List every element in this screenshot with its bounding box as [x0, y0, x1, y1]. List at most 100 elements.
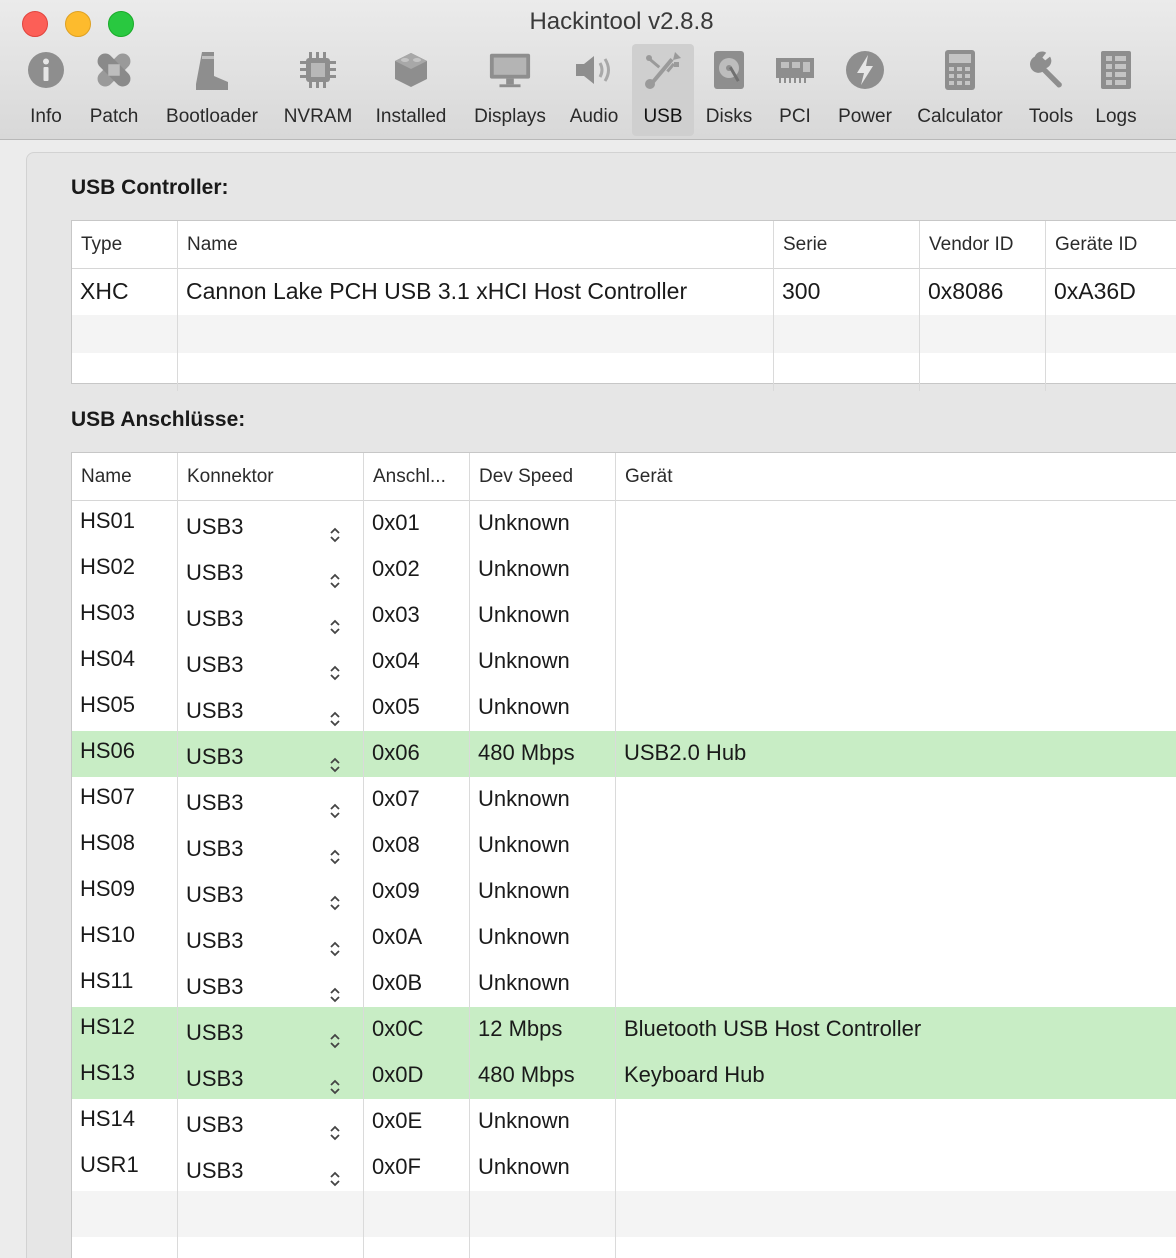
port-device-cell — [616, 639, 1176, 685]
table-row[interactable]: HS10 USB3 0x0A Unknown — [72, 915, 1176, 961]
tab-bootloader[interactable]: Bootloader — [156, 44, 268, 136]
chevron-up-down-icon[interactable] — [328, 1068, 342, 1095]
tab-nvram[interactable]: NVRAM — [278, 44, 358, 136]
tab-displays[interactable]: Displays — [464, 44, 556, 136]
table-row[interactable]: HS06 USB3 0x06 480 Mbps USB2.0 Hub — [72, 731, 1176, 777]
table-row[interactable]: HS09 USB3 0x09 Unknown — [72, 869, 1176, 915]
connector-value: USB3 — [186, 606, 244, 631]
tab-power[interactable]: Power — [830, 44, 900, 136]
empty-cell — [616, 1237, 1176, 1258]
port-address-cell: 0x0B — [364, 961, 470, 1007]
speaker-icon — [572, 48, 616, 92]
chevron-up-down-icon[interactable] — [328, 608, 342, 635]
port-speed-cell: 12 Mbps — [470, 1007, 616, 1053]
chevron-up-down-icon[interactable] — [328, 930, 342, 957]
port-connector-select[interactable]: USB3 — [178, 915, 364, 961]
column-header-device-id[interactable]: Geräte ID — [1046, 221, 1176, 269]
table-row[interactable]: XHC Cannon Lake PCH USB 3.1 xHCI Host Co… — [72, 269, 1176, 315]
tab-usb-label: USB — [643, 106, 683, 127]
column-header-type[interactable]: Type — [72, 221, 178, 269]
chevron-up-down-icon[interactable] — [328, 1022, 342, 1049]
chevron-up-down-icon[interactable] — [328, 1114, 342, 1141]
chevron-up-down-icon[interactable] — [328, 792, 342, 819]
usb-ports-table[interactable]: Name Konnektor Anschl... Dev Speed Gerät… — [71, 452, 1176, 1258]
empty-cell — [1046, 315, 1176, 353]
port-connector-select[interactable]: USB3 — [178, 731, 364, 777]
port-connector-select[interactable]: USB3 — [178, 1099, 364, 1145]
port-address-cell: 0x05 — [364, 685, 470, 731]
tab-patch[interactable]: Patch — [82, 44, 146, 136]
port-device-cell — [616, 547, 1176, 593]
tab-audio[interactable]: Audio — [562, 44, 626, 136]
column-header-vendor-id[interactable]: Vendor ID — [920, 221, 1046, 269]
table-row[interactable]: HS07 USB3 0x07 Unknown — [72, 777, 1176, 823]
empty-cell — [774, 315, 920, 353]
column-header-connector[interactable]: Konnektor — [178, 453, 364, 501]
port-connector-select[interactable]: USB3 — [178, 547, 364, 593]
table-row[interactable]: HS01 USB3 0x01 Unknown — [72, 501, 1176, 547]
chevron-up-down-icon[interactable] — [328, 654, 342, 681]
chevron-up-down-icon[interactable] — [328, 884, 342, 911]
port-connector-select[interactable]: USB3 — [178, 1145, 364, 1191]
port-connector-select[interactable]: USB3 — [178, 501, 364, 547]
column-header-name[interactable]: Name — [178, 221, 774, 269]
column-header-device[interactable]: Gerät — [616, 453, 1176, 501]
calculator-icon — [938, 48, 982, 92]
tab-pci[interactable]: PCI — [770, 44, 820, 136]
tab-info[interactable]: Info — [20, 44, 72, 136]
empty-cell — [1046, 353, 1176, 391]
tab-power-label: Power — [838, 106, 892, 127]
port-connector-select[interactable]: USB3 — [178, 1053, 364, 1099]
tab-logs[interactable]: Logs — [1088, 44, 1144, 136]
chevron-up-down-icon[interactable] — [328, 746, 342, 773]
port-connector-select[interactable]: USB3 — [178, 639, 364, 685]
table-row[interactable]: HS14 USB3 0x0E Unknown — [72, 1099, 1176, 1145]
usb-controller-table[interactable]: Type Name Serie Vendor ID Geräte ID XHC … — [71, 220, 1176, 391]
port-device-cell — [616, 915, 1176, 961]
port-address-cell: 0x06 — [364, 731, 470, 777]
tab-tools[interactable]: Tools — [1020, 44, 1082, 136]
column-header-name[interactable]: Name — [72, 453, 178, 501]
chevron-up-down-icon[interactable] — [328, 838, 342, 865]
chevron-up-down-icon[interactable] — [328, 976, 342, 1003]
port-connector-select[interactable]: USB3 — [178, 869, 364, 915]
tab-usb[interactable]: USB — [632, 44, 694, 136]
column-header-port[interactable]: Anschl... — [364, 453, 470, 501]
chevron-up-down-icon[interactable] — [328, 516, 342, 543]
port-name-cell: HS13 — [72, 1053, 178, 1099]
table-row[interactable]: HS13 USB3 0x0D 480 Mbps Keyboard Hub — [72, 1053, 1176, 1099]
table-row[interactable]: HS04 USB3 0x04 Unknown — [72, 639, 1176, 685]
tab-calculator[interactable]: Calculator — [906, 44, 1014, 136]
chevron-up-down-icon[interactable] — [328, 700, 342, 727]
port-device-cell: Bluetooth USB Host Controller — [624, 1016, 922, 1041]
table-row[interactable]: USR1 USB3 0x0F Unknown — [72, 1145, 1176, 1191]
column-header-serie[interactable]: Serie — [774, 221, 920, 269]
table-row-empty — [72, 1191, 1176, 1237]
table-row[interactable]: HS05 USB3 0x05 Unknown — [72, 685, 1176, 731]
table-row-empty — [72, 315, 1176, 353]
port-name-cell: HS10 — [72, 915, 178, 961]
ports-table-body: HS01 USB3 0x01 Unknown HS02 USB3 0x02 Unknown HS… — [72, 501, 1176, 1258]
port-connector-select[interactable]: USB3 — [178, 1007, 364, 1053]
tab-displays-label: Displays — [474, 106, 546, 127]
port-connector-select[interactable]: USB3 — [178, 777, 364, 823]
chevron-up-down-icon[interactable] — [328, 562, 342, 589]
controller-name-cell: Cannon Lake PCH USB 3.1 xHCI Host Contro… — [178, 269, 774, 315]
chevron-up-down-icon[interactable] — [328, 1160, 342, 1187]
port-connector-select[interactable]: USB3 — [178, 823, 364, 869]
port-connector-select[interactable]: USB3 — [178, 685, 364, 731]
port-connector-select[interactable]: USB3 — [178, 961, 364, 1007]
port-speed-cell: Unknown — [470, 685, 616, 731]
table-row[interactable]: HS03 USB3 0x03 Unknown — [72, 593, 1176, 639]
table-row[interactable]: HS02 USB3 0x02 Unknown — [72, 547, 1176, 593]
tab-installed[interactable]: Installed — [366, 44, 456, 136]
pci-card-icon — [773, 48, 817, 92]
port-connector-select[interactable]: USB3 — [178, 593, 364, 639]
usb-icon — [641, 48, 685, 92]
port-name-cell: HS07 — [72, 777, 178, 823]
table-row[interactable]: HS11 USB3 0x0B Unknown — [72, 961, 1176, 1007]
table-row[interactable]: HS08 USB3 0x08 Unknown — [72, 823, 1176, 869]
tab-disks[interactable]: Disks — [700, 44, 758, 136]
table-row[interactable]: HS12 USB3 0x0C 12 Mbps Bluetooth USB Host Co… — [72, 1007, 1176, 1053]
column-header-dev-speed[interactable]: Dev Speed — [470, 453, 616, 501]
